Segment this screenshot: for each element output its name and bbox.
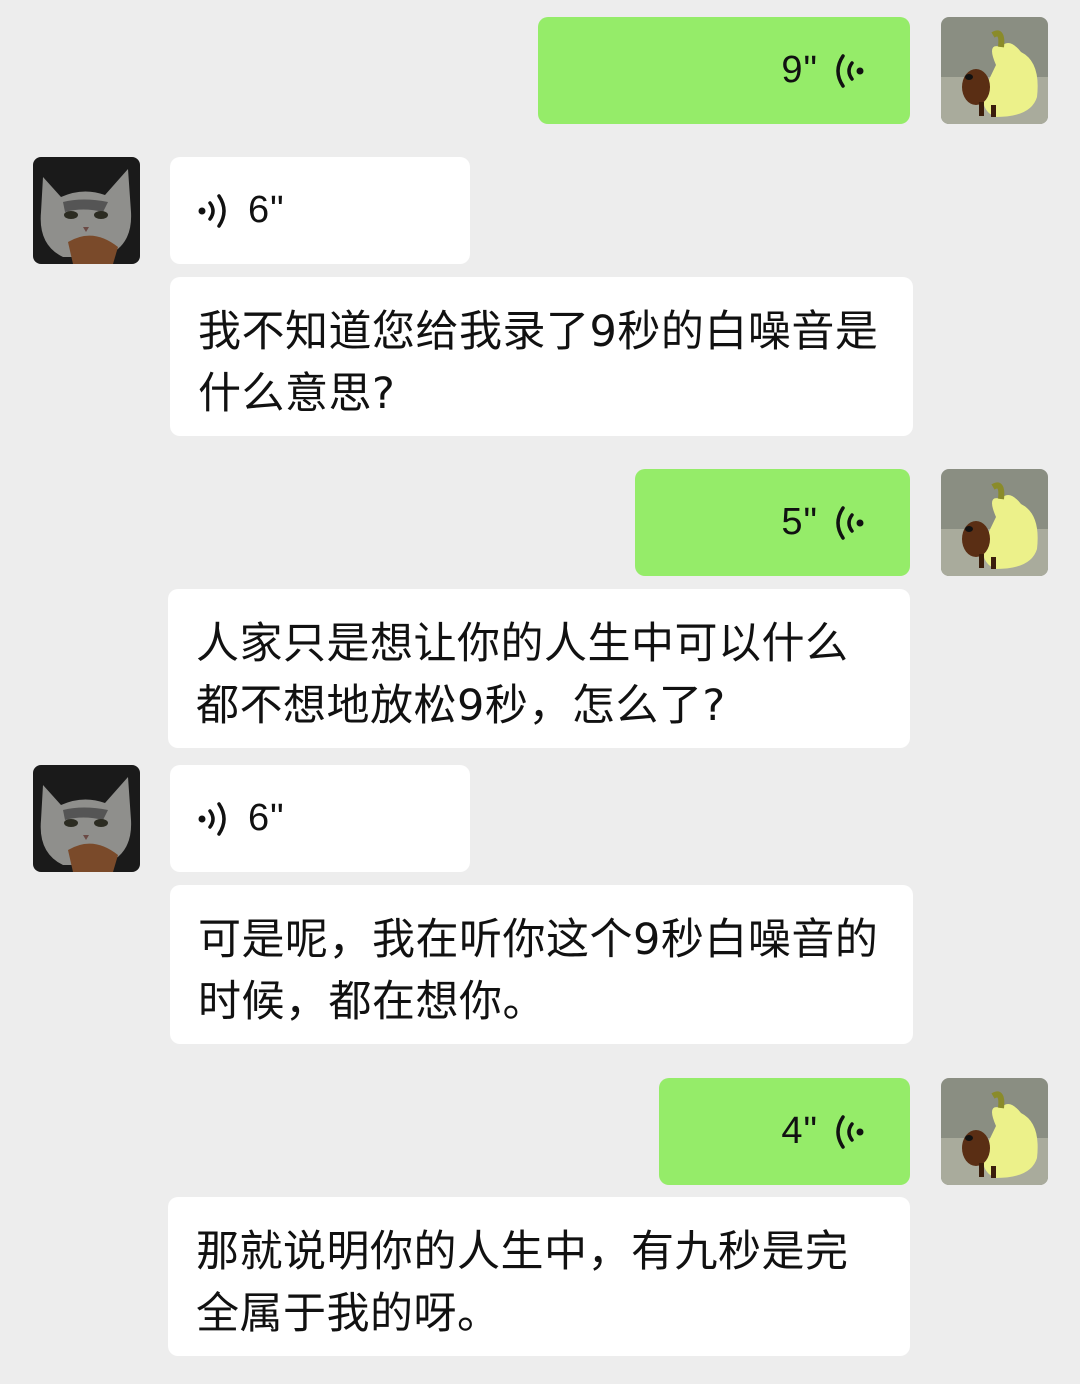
sent-voice-message[interactable]: 5" [635, 469, 910, 576]
voice-duration: 4" [781, 1110, 818, 1152]
dog-avatar-icon [941, 1078, 1048, 1185]
message-text: 我不知道您给我录了9秒的白噪音是什么意思? [198, 307, 879, 419]
message-text: 可是呢，我在听你这个9秒白噪音的时候，都在想你。 [198, 915, 879, 1027]
message-text: 那就说明你的人生中，有九秒是完全属于我的呀。 [196, 1227, 849, 1339]
dog-avatar-icon [941, 17, 1048, 124]
voice-wave-icon [196, 191, 230, 231]
voice-wave-icon [196, 799, 230, 839]
self-avatar[interactable] [941, 17, 1048, 124]
voice-wave-icon [832, 51, 866, 91]
cat-avatar-icon [33, 157, 140, 264]
received-text-message[interactable]: 我不知道您给我录了9秒的白噪音是什么意思? [170, 277, 913, 436]
voice-wave-icon [832, 1112, 866, 1152]
voice-duration: 9" [781, 49, 818, 91]
received-text-message[interactable]: 人家只是想让你的人生中可以什么都不想地放松9秒，怎么了? [168, 589, 910, 748]
self-avatar[interactable] [941, 469, 1048, 576]
cat-avatar-icon [33, 765, 140, 872]
sent-voice-message[interactable]: 4" [659, 1078, 910, 1185]
voice-wave-icon [832, 503, 866, 543]
message-text: 人家只是想让你的人生中可以什么都不想地放松9秒，怎么了? [196, 619, 849, 731]
voice-duration: 6" [248, 189, 285, 231]
self-avatar[interactable] [941, 1078, 1048, 1185]
received-voice-message[interactable]: 6" [170, 765, 470, 872]
voice-duration: 6" [248, 797, 285, 839]
contact-avatar[interactable] [33, 765, 140, 872]
contact-avatar[interactable] [33, 157, 140, 264]
dog-avatar-icon [941, 469, 1048, 576]
received-text-message[interactable]: 那就说明你的人生中，有九秒是完全属于我的呀。 [168, 1197, 910, 1356]
sent-voice-message[interactable]: 9" [538, 17, 910, 124]
received-text-message[interactable]: 可是呢，我在听你这个9秒白噪音的时候，都在想你。 [170, 885, 913, 1044]
voice-duration: 5" [781, 501, 818, 543]
received-voice-message[interactable]: 6" [170, 157, 470, 264]
